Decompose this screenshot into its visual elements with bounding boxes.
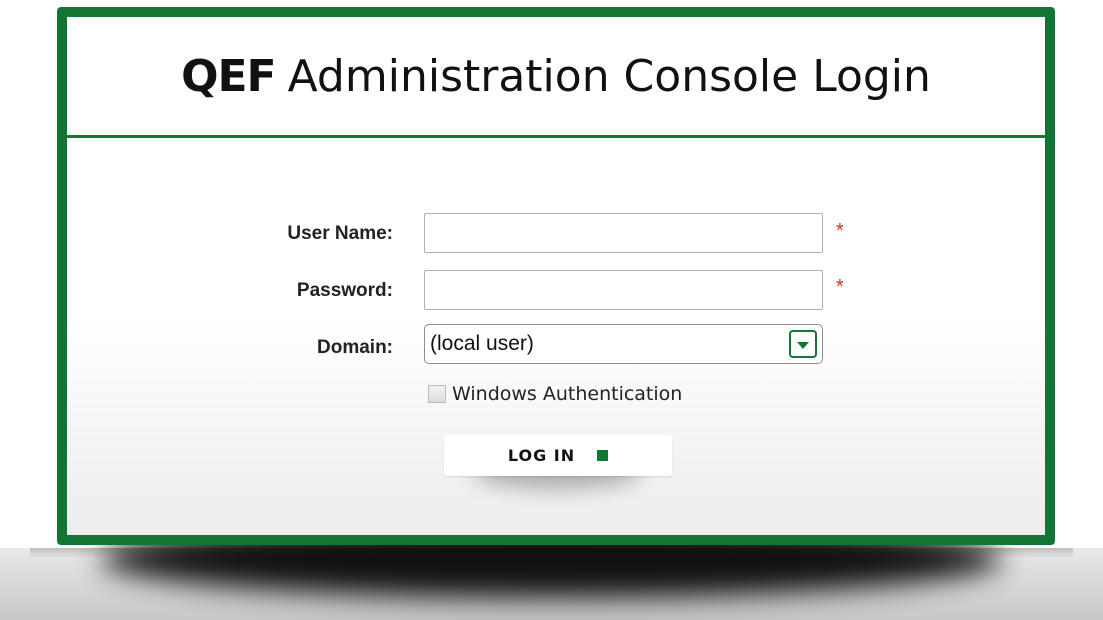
password-required-marker: * [836,276,844,298]
windows-auth-row[interactable]: Windows Authentication [428,383,682,405]
domain-label: Domain: [317,337,393,358]
login-button[interactable]: LOG IN [444,435,672,476]
square-icon [597,450,609,461]
login-panel: QEF Administration Console Login User Na… [57,7,1055,545]
domain-selected-value: (local user) [430,332,534,355]
windows-auth-checkbox[interactable] [428,385,446,403]
username-label: User Name: [287,223,393,244]
chevron-down-icon [797,342,809,349]
username-input[interactable] [424,213,823,253]
login-button-label: LOG IN [507,446,576,465]
domain-dropdown-button[interactable] [789,330,817,358]
username-required-marker: * [836,220,844,242]
windows-auth-label: Windows Authentication [452,383,683,405]
domain-select[interactable]: (local user) [424,324,823,364]
password-label: Password: [296,280,393,301]
login-form: User Name: * Password: * Domain: (local … [67,17,1045,535]
password-input[interactable] [424,270,823,310]
